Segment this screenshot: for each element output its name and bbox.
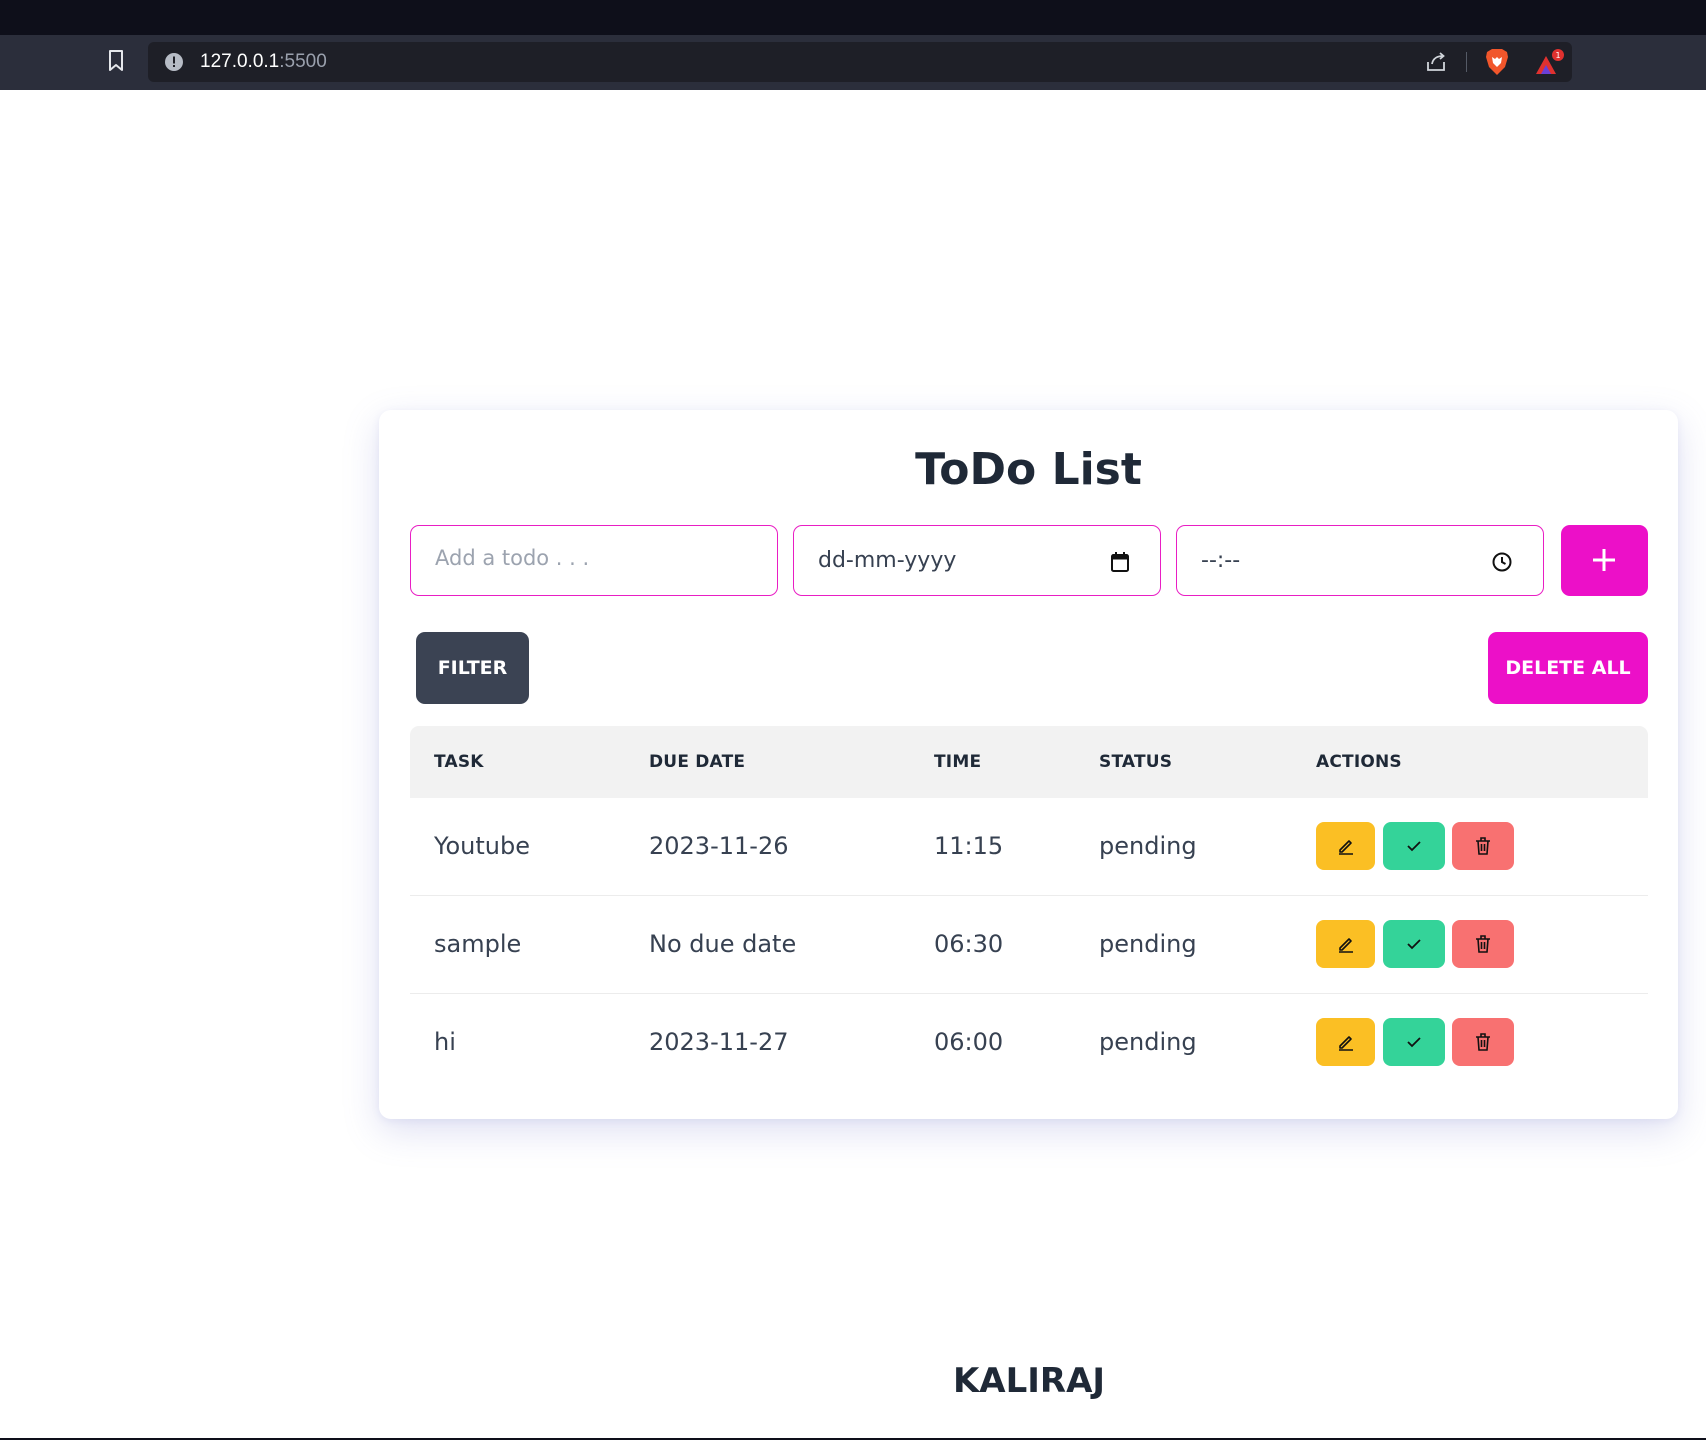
delete-all-button[interactable]: DELETE ALL [1488,632,1648,704]
delete-button[interactable] [1452,920,1514,968]
trash-icon [1476,1033,1490,1051]
trash-icon [1476,935,1490,953]
status-cell: pending [1099,832,1197,860]
time-cell: 06:30 [934,930,1004,958]
pencil-icon [1338,1036,1353,1051]
share-icon[interactable] [1424,50,1448,74]
address-bar[interactable]: 127.0.0.1:5500 1 [148,42,1572,82]
brave-rewards-icon[interactable]: 1 [1532,48,1566,78]
check-icon [1407,939,1421,950]
footer-name: KALIRAJ [952,1361,1106,1401]
delete-button[interactable] [1452,1018,1514,1066]
due-date-cell: 2023-11-27 [649,1028,789,1056]
task-cell: sample [434,930,522,958]
due-date-cell: No due date [649,930,797,958]
task-cell: Youtube [434,832,530,860]
browser-titlebar [0,0,1706,35]
url-port: :5500 [279,51,327,72]
pencil-icon [1338,938,1353,953]
url-text[interactable]: 127.0.0.1:5500 [200,51,327,73]
page-title: ToDo List [915,444,1142,495]
time-cell: 11:15 [934,832,1004,860]
brave-shields-icon[interactable] [1484,48,1510,76]
task-cell: hi [434,1028,456,1056]
time-cell: 06:00 [934,1028,1004,1056]
time-placeholder: --:-- [1201,548,1241,573]
bookmark-icon[interactable] [106,49,126,73]
complete-button[interactable] [1383,1018,1445,1066]
edit-button[interactable] [1316,920,1375,968]
check-icon [1407,1037,1421,1048]
table-row: sample No due date 06:30 pending [410,896,1648,994]
url-host: 127.0.0.1 [200,51,280,72]
header-due-date: DUE DATE [649,752,746,772]
complete-button[interactable] [1383,920,1445,968]
todo-input-field[interactable] [410,525,778,596]
filter-button[interactable]: FILTER [416,632,529,704]
site-info-icon[interactable] [164,52,184,72]
date-placeholder: dd-mm-yyyy [818,548,957,573]
header-task: TASK [434,752,484,772]
browser-toolbar: 127.0.0.1:5500 1 [0,35,1706,90]
check-icon [1407,841,1421,852]
delete-button[interactable] [1452,822,1514,870]
header-time: TIME [934,752,982,772]
plus-icon [1593,549,1615,571]
pencil-icon [1338,840,1353,855]
table-row: Youtube 2023-11-26 11:15 pending [410,798,1648,896]
complete-button[interactable] [1383,822,1445,870]
table-header: TASK DUE DATE TIME STATUS ACTIONS [410,726,1648,798]
calendar-icon[interactable] [1110,551,1130,573]
time-input-field[interactable]: --:-- [1176,525,1544,596]
todo-input[interactable] [435,546,735,570]
clock-icon[interactable] [1491,551,1513,573]
edit-button[interactable] [1316,1018,1375,1066]
edit-button[interactable] [1316,822,1375,870]
header-status: STATUS [1099,752,1173,772]
status-cell: pending [1099,930,1197,958]
table-row: hi 2023-11-27 06:00 pending [410,994,1648,1091]
due-date-cell: 2023-11-26 [649,832,789,860]
status-cell: pending [1099,1028,1197,1056]
trash-icon [1476,837,1490,855]
rewards-badge: 1 [1555,51,1560,60]
header-actions: ACTIONS [1316,752,1402,772]
date-input-field[interactable]: dd-mm-yyyy [793,525,1161,596]
todo-card: ToDo List dd-mm-yyyy --:-- FILTER DELETE… [379,410,1678,1119]
toolbar-divider [1466,52,1467,72]
add-todo-button[interactable] [1561,525,1648,596]
